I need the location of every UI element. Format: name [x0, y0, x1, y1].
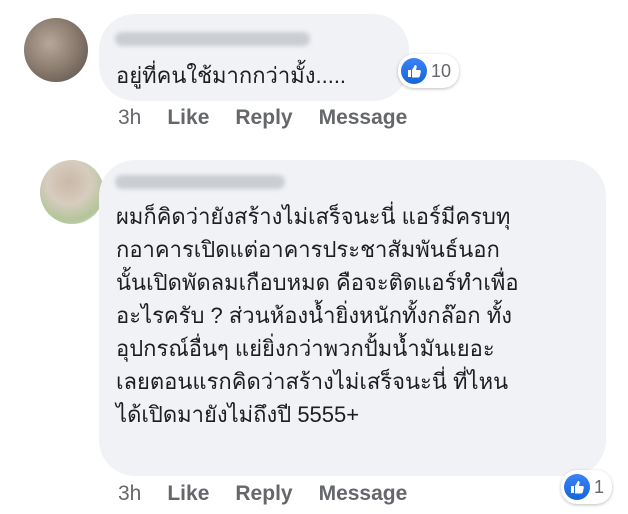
comment-line: กอาคารเปิดแต่อาคารประชาสัมพันธ์นอก	[116, 237, 500, 262]
avatar[interactable]	[24, 18, 88, 82]
like-icon	[564, 474, 590, 500]
message-button[interactable]: Message	[319, 106, 408, 130]
reply-button[interactable]: Reply	[235, 106, 292, 130]
message-button[interactable]: Message	[319, 482, 408, 506]
like-button[interactable]: Like	[167, 482, 209, 506]
comment-actions: 3h Like Reply Message	[118, 106, 433, 130]
author-name-blurred[interactable]	[115, 175, 285, 189]
timestamp[interactable]: 3h	[118, 482, 141, 506]
comment-actions: 3h Like Reply Message	[118, 482, 433, 506]
reply-button[interactable]: Reply	[235, 482, 292, 506]
comment-line: นั้นเปิดพัดลมเกือบหมด คือจะติดแอร์ทำเพื่…	[116, 270, 519, 295]
like-icon	[401, 58, 427, 84]
reaction-summary[interactable]: 10	[398, 54, 460, 88]
comment-line: ผมก็คิดว่ายังสร้างไม่เสร็จนะนี่ แอร์มีคร…	[116, 204, 511, 229]
comment-line: ได้เปิดมายังไม่ถึงปี 5555+	[116, 402, 360, 427]
reaction-summary[interactable]: 1	[561, 470, 613, 504]
comment-line: อะไรครับ ? ส่วนห้องน้ำยิ่งหนักทั้งกล๊อก …	[116, 303, 512, 328]
author-name-blurred[interactable]	[115, 32, 310, 46]
comment-text: ผมก็คิดว่ายังสร้างไม่เสร็จนะนี่ แอร์มีคร…	[116, 200, 519, 431]
avatar[interactable]	[40, 160, 104, 224]
reaction-count: 10	[431, 60, 452, 81]
comment-line: อุปกรณ์อื่นๆ แย่ยิ่งกว่าพวกปั้มน้ำมันเยอ…	[116, 336, 495, 361]
comment-line: เลยตอนแรกคิดว่าสร้างไม่เสร็จนะนี่ ที่ไหน	[116, 369, 509, 394]
reaction-count: 1	[594, 476, 605, 497]
comment-text: อยู่ที่คนใช้มากกว่ามั้ง.....	[116, 63, 347, 88]
like-button[interactable]: Like	[167, 106, 209, 130]
timestamp[interactable]: 3h	[118, 106, 141, 130]
